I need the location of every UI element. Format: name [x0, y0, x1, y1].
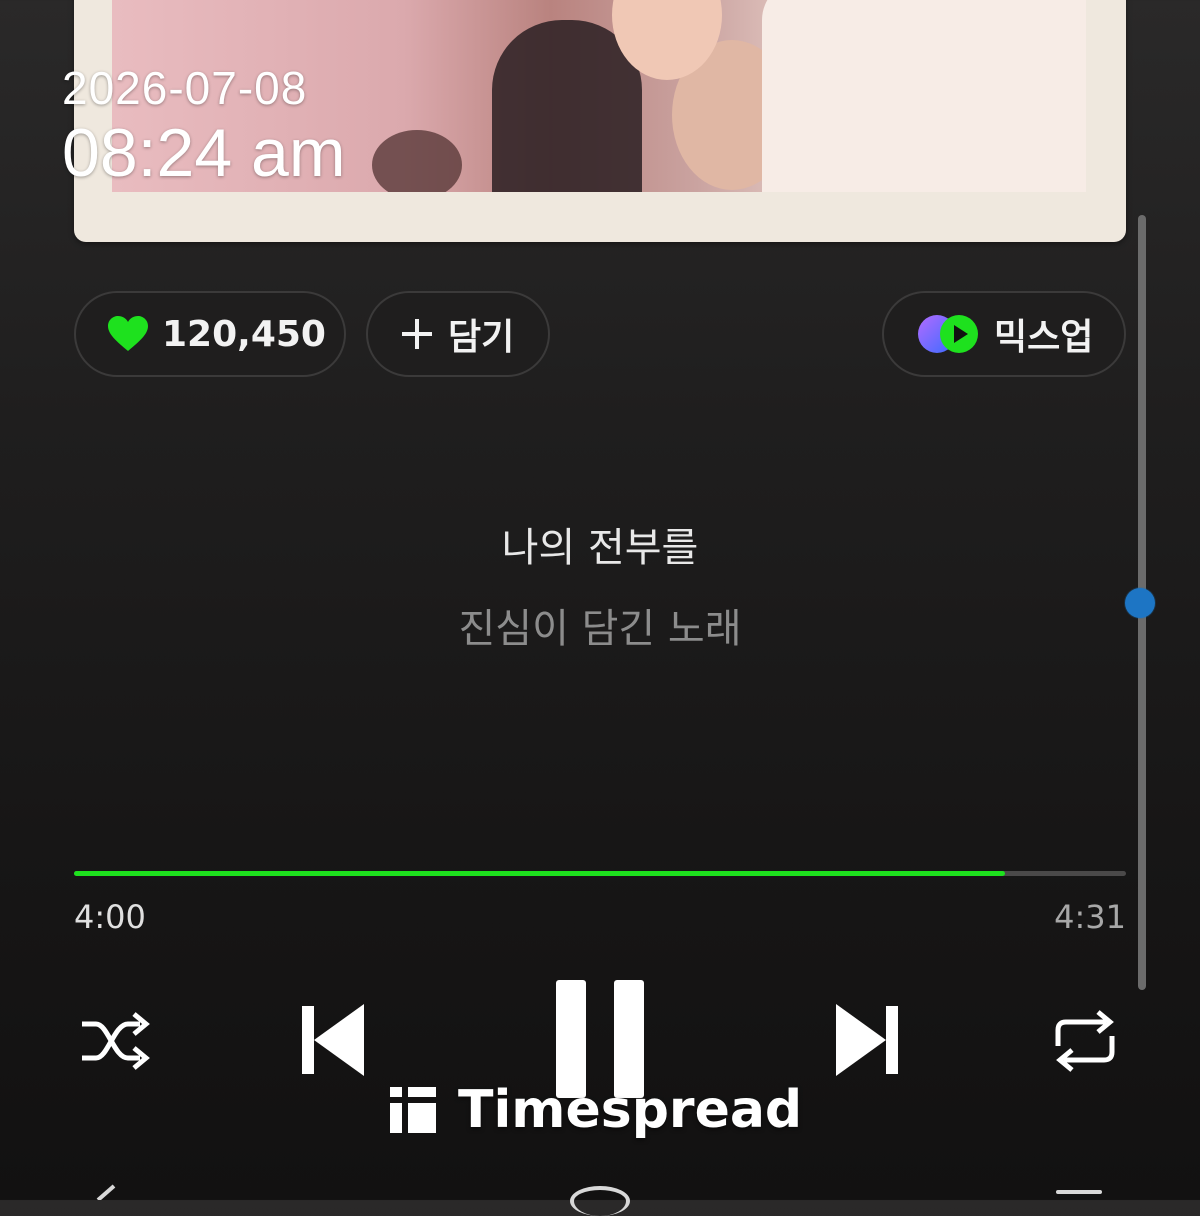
timespread-logo-icon	[390, 1087, 436, 1133]
mixup-icon	[918, 315, 978, 353]
plus-icon	[402, 319, 432, 349]
total-time: 4:31	[1054, 898, 1126, 936]
mixup-label: 믹스업	[994, 317, 1094, 358]
like-count: 120,450	[162, 313, 326, 355]
recents-nav-icon[interactable]	[1056, 1190, 1102, 1194]
clock-overlay: 2026-07-08 08:24 am	[62, 62, 346, 192]
add-to-playlist-button[interactable]: 담기	[366, 291, 550, 377]
date-text: 2026-07-08	[62, 62, 308, 114]
mixup-button[interactable]: 믹스업	[882, 291, 1126, 377]
heart-icon	[108, 316, 148, 351]
like-button[interactable]: 120,450	[74, 291, 346, 377]
time-text: 08:24 am	[62, 115, 346, 191]
shuffle-button[interactable]	[78, 1010, 150, 1072]
repeat-button[interactable]	[1050, 1010, 1120, 1072]
next-button[interactable]	[832, 1000, 902, 1080]
elapsed-time: 4:00	[74, 898, 146, 936]
watermark: Timespread	[388, 1080, 802, 1140]
lyric-next-line[interactable]: 진심이 담긴 노래	[0, 596, 1200, 654]
home-nav-icon[interactable]	[570, 1186, 630, 1216]
lyric-current-line[interactable]: 나의 전부를	[0, 515, 1200, 573]
back-nav-icon[interactable]	[84, 1184, 124, 1200]
shuffle-icon	[82, 1012, 150, 1070]
skip-next-icon	[836, 1004, 898, 1076]
add-label: 담기	[448, 317, 515, 358]
progress-fill	[74, 871, 1006, 876]
skip-previous-icon	[302, 1004, 364, 1076]
progress-bar[interactable]	[74, 871, 1126, 876]
previous-button[interactable]	[298, 1000, 368, 1080]
watermark-text: Timespread	[458, 1080, 803, 1140]
repeat-icon	[1055, 1010, 1115, 1072]
